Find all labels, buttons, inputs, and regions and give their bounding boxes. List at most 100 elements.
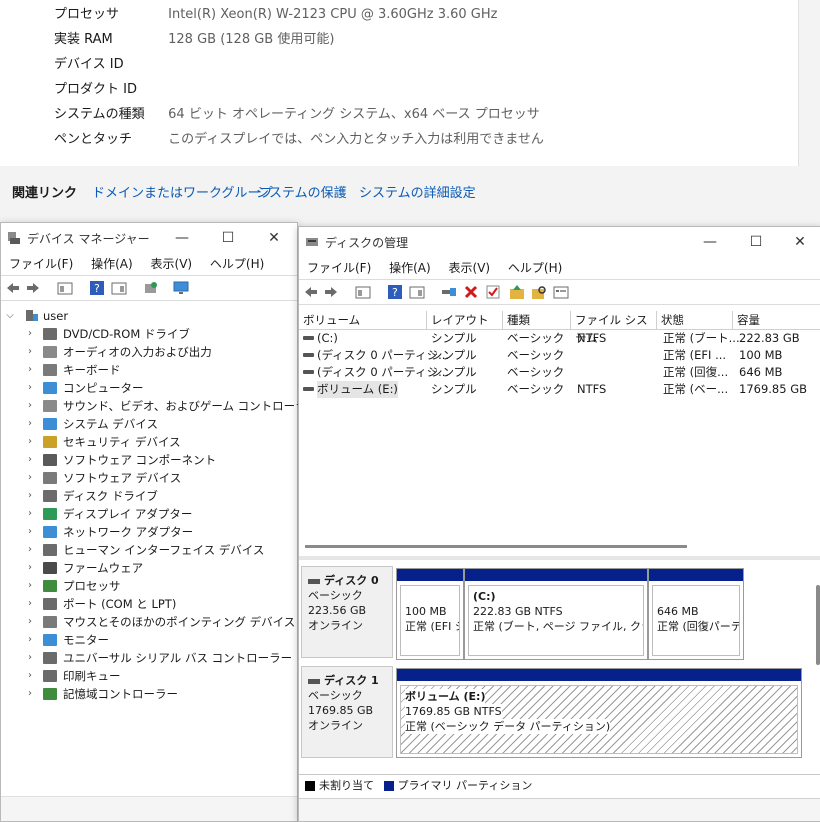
view-icon[interactable] [409,284,425,300]
chevron-right-icon[interactable]: › [25,451,35,469]
chevron-right-icon[interactable]: › [25,487,35,505]
software-device-icon [43,472,57,484]
chevron-right-icon[interactable]: › [25,595,35,613]
properties-icon[interactable] [57,280,73,296]
chevron-right-icon[interactable]: › [25,469,35,487]
capacity: 222.83 GB [739,331,800,345]
window-title: デバイス マネージャー [27,232,150,246]
chevron-right-icon[interactable]: › [25,613,35,631]
menu-view[interactable]: 表示(V) [449,257,491,279]
maximize-button[interactable]: ☐ [733,227,779,257]
menu-file[interactable]: ファイル(F) [9,253,73,275]
title-bar[interactable]: デバイス マネージャー — ☐ ✕ [1,223,297,253]
chevron-right-icon[interactable]: › [25,541,35,559]
forward-arrow-icon[interactable] [323,284,339,300]
vertical-scrollbar[interactable] [816,585,820,665]
close-button[interactable]: ✕ [777,227,820,257]
chevron-right-icon[interactable]: › [25,631,35,649]
help-icon[interactable]: ? [387,284,403,300]
close-button[interactable]: ✕ [251,223,297,253]
status-bar [299,798,820,821]
info-value: Intel(R) Xeon(R) W-2123 CPU @ 3.60GHz 3.… [168,7,498,22]
list-view-icon[interactable] [553,284,569,300]
volume-row[interactable]: ボリューム (E:) シンプル ベーシック NTFS 正常 (ベー... 1769.85 … [299,381,820,398]
delete-icon[interactable] [463,284,479,300]
maximize-button[interactable]: ☐ [205,223,251,253]
back-arrow-icon[interactable] [5,280,21,296]
chevron-right-icon[interactable]: › [25,685,35,703]
partition-e[interactable]: ボリューム (E:) 1769.85 GB NTFS 正常 (ベーシック データ… [396,668,802,758]
volume-row[interactable]: (ディスク 0 パーティシ... シンプル ベーシック 正常 (EFI ... 100 … [299,347,820,364]
menu-bar: ファイル(F) 操作(A) 表示(V) ヘルプ(H) [1,253,297,275]
title-bar[interactable]: ディスクの管理 — ☐ ✕ [299,227,820,257]
chevron-right-icon[interactable]: › [25,379,35,397]
folder-search-icon[interactable] [531,284,547,300]
menu-view[interactable]: 表示(V) [151,253,193,275]
chevron-right-icon[interactable]: › [25,361,35,379]
disk-1-label[interactable]: ディスク 1 ベーシック 1769.85 GB オンライン [301,666,393,758]
domain-workgroup-link[interactable]: ドメインまたはワークグループ [92,182,273,201]
menu-help[interactable]: ヘルプ(H) [508,257,562,279]
computer-icon [43,382,57,394]
column-capacity[interactable]: 容量 [733,311,820,329]
column-status[interactable]: 状態 [657,311,733,329]
chevron-right-icon[interactable]: › [25,559,35,577]
type: ベーシック [507,382,565,396]
connect-icon[interactable] [441,284,457,300]
volume: (C:) [317,331,338,345]
check-icon[interactable] [485,284,501,300]
disk-type: ベーシック [308,689,363,702]
volume-row[interactable]: (C:) シンプル ベーシック NTFS 正常 (ブート... 222.83 GB [299,330,820,347]
menu-action[interactable]: 操作(A) [91,253,133,275]
chevron-right-icon[interactable]: › [25,433,35,451]
column-volume[interactable]: ボリューム [299,311,427,329]
chevron-right-icon[interactable]: › [25,505,35,523]
column-file-system[interactable]: ファイル システム [571,311,657,345]
chevron-right-icon[interactable]: › [25,397,35,415]
properties-icon[interactable] [355,284,371,300]
menu-action[interactable]: 操作(A) [389,257,431,279]
minimize-button[interactable]: — [159,223,205,253]
disk-0-label[interactable]: ディスク 0 ベーシック 223.56 GB オンライン [301,566,393,658]
menu-help[interactable]: ヘルプ(H) [210,253,264,275]
scrollbar-thumb[interactable] [305,545,687,548]
tree-item-label: 印刷キュー [63,669,121,683]
monitor-icon[interactable] [173,280,189,296]
chevron-down-icon[interactable]: ⌵ [5,307,15,325]
partition-size: 222.83 GB NTFS [473,605,563,618]
partition-efi[interactable]: 100 MB 正常 (EFI シ [396,568,464,660]
info-value: 64 ビット オペレーティング システム、x64 ベース プロセッサ [168,107,540,122]
partition-c[interactable]: (C:) 222.83 GB NTFS 正常 (ブート, ページ ファイル, ク… [464,568,648,660]
chevron-right-icon[interactable]: › [25,577,35,595]
info-label: デバイス ID [54,57,124,72]
chevron-right-icon[interactable]: › [25,523,35,541]
chevron-right-icon[interactable]: › [25,325,35,343]
chevron-right-icon[interactable]: › [25,667,35,685]
status-bar [1,796,297,821]
advanced-system-settings-link[interactable]: システムの詳細設定 [359,182,476,201]
menu-file[interactable]: ファイル(F) [307,257,371,279]
forward-arrow-icon[interactable] [25,280,41,296]
minimize-button[interactable]: — [687,227,733,257]
partition-recovery[interactable]: 646 MB 正常 (回復パーテ [648,568,744,660]
horizontal-scrollbar[interactable] [305,543,811,549]
chevron-right-icon[interactable]: › [25,649,35,667]
disk-type: ベーシック [308,589,363,602]
system-protection-link[interactable]: システムの保護 [256,182,347,201]
volume-row[interactable]: (ディスク 0 パーティシ... シンプル ベーシック 正常 (回復... 646 MB [299,364,820,381]
system-info-panel: プロセッサ Intel(R) Xeon(R) W-2123 CPU @ 3.60… [0,0,799,166]
chevron-right-icon[interactable]: › [25,415,35,433]
chevron-right-icon[interactable]: › [25,343,35,361]
related-links-title: 関連リンク [12,186,78,201]
info-row-device-id: デバイス ID [54,54,164,76]
folder-up-icon[interactable] [509,284,525,300]
view-icon[interactable] [111,280,127,296]
column-layout[interactable]: レイアウト [427,311,503,329]
back-arrow-icon[interactable] [303,284,319,300]
help-icon[interactable]: ? [89,280,105,296]
partition-header [649,569,743,581]
volume: ボリューム (E:) [317,381,398,398]
scan-hardware-icon[interactable] [143,280,159,296]
printer-icon [43,670,57,682]
column-type[interactable]: 種類 [503,311,571,329]
